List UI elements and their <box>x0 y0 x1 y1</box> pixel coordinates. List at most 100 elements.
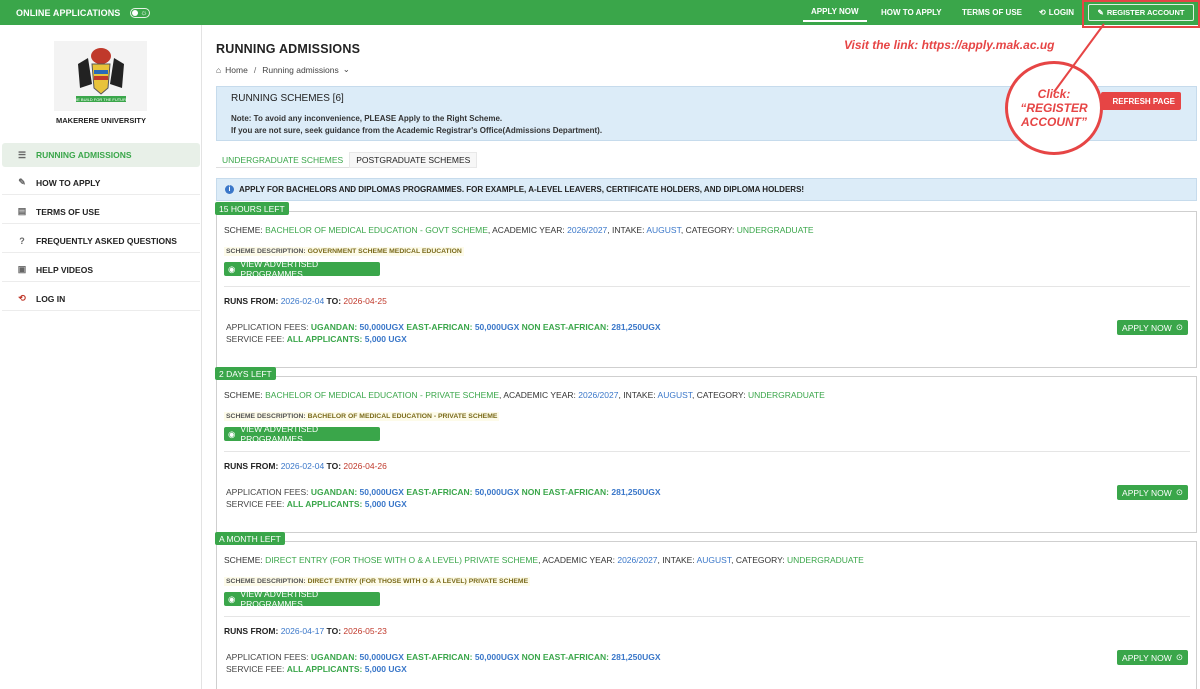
fee-ugandan: 50,000UGX <box>359 487 404 497</box>
runs-to-label: TO: <box>326 626 342 636</box>
nav-apply-now[interactable]: APPLY NOW <box>803 0 867 25</box>
info-banner-text: APPLY FOR BACHELORS AND DIPLOMAS PROGRAM… <box>239 185 805 194</box>
breadcrumb-current[interactable]: Running admissions <box>262 65 339 75</box>
refresh-page-button[interactable]: REFRESH PAGE <box>1101 92 1181 110</box>
runs-from-date: 2026-04-17 <box>280 626 325 636</box>
annotation-link-text: Visit the link: https://apply.mak.ac.ug <box>844 38 1055 52</box>
home-icon: ⌂ <box>216 64 222 75</box>
academic-year-value: 2026/2027 <box>567 225 608 235</box>
runs-from-label: RUNS FROM: <box>224 461 279 471</box>
eye-icon: ◉ <box>228 593 236 604</box>
scheme-card: 2 DAYS LEFT SCHEME: BACHELOR OF MEDICAL … <box>215 367 1197 533</box>
runs-to-label: TO: <box>326 461 342 471</box>
apply-now-button[interactable]: APPLY NOW ⊙ <box>1117 320 1188 335</box>
ugandan-label: UGANDAN: <box>310 652 358 662</box>
east-african-label: EAST-AFRICAN: <box>406 322 473 332</box>
fee-ugandan: 50,000UGX <box>359 652 404 662</box>
view-advertised-programmes-button[interactable]: ◉ VIEW ADVERTISED PROGRAMMES <box>224 424 380 444</box>
main-content: RUNNING ADMISSIONS ⌂ Home / Running admi… <box>202 25 1200 689</box>
scheme-description-value: BACHELOR OF MEDICAL EDUCATION - PRIVATE … <box>307 413 498 420</box>
service-fee-line: SERVICE FEE: ALL APPLICANTS: 5,000 UGX <box>226 663 661 675</box>
runs-from-date: 2026-02-04 <box>280 461 325 471</box>
fee-east-african: 50,000UGX <box>474 487 520 497</box>
tab-postgraduate-schemes[interactable]: POSTGRADUATE SCHEMES <box>349 152 478 168</box>
sidebar-item-terms-of-use[interactable]: ▤ TERMS OF USE <box>2 200 200 224</box>
toggle-knob <box>132 9 139 16</box>
eye-icon: ◉ <box>228 263 236 274</box>
nav-terms-of-use[interactable]: TERMS OF USE <box>962 0 1022 25</box>
scheme-note-line-2: If you are not sure, seek guidance from … <box>231 126 603 135</box>
fees-block: APPLICATION FEES: UGANDAN: 50,000UGX EAS… <box>226 486 661 510</box>
apply-now-button[interactable]: APPLY NOW ⊙ <box>1117 650 1188 665</box>
app-brand[interactable]: ONLINE APPLICATIONS <box>16 8 120 18</box>
sidebar-item-running-admissions[interactable]: ☰ RUNNING ADMISSIONS <box>2 143 200 167</box>
fee-non-east-african: 281,250UGX <box>611 322 661 332</box>
annotation-click-line-2: “REGISTER <box>1020 101 1088 115</box>
university-logo: WE BUILD FOR THE FUTURE <box>54 41 147 111</box>
scheme-line: SCHEME: BACHELOR OF MEDICAL EDUCATION - … <box>224 225 814 235</box>
intake-value: AUGUST <box>646 225 681 235</box>
sidebar-item-help-videos[interactable]: ▣ HELP VIDEOS <box>2 258 200 282</box>
sidebar-item-how-to-apply[interactable]: ✎ HOW TO APPLY <box>2 171 200 195</box>
scheme-label: SCHEME: <box>224 390 263 400</box>
service-fee-value: 5,000 UGX <box>364 334 407 344</box>
eye-icon: ◉ <box>228 428 236 439</box>
edit-icon: ✎ <box>1097 8 1104 17</box>
fee-east-african: 50,000UGX <box>474 652 520 662</box>
category-label: CATEGORY: <box>696 390 746 400</box>
arrow-right-circle-icon: ⊙ <box>1175 652 1183 662</box>
service-fee-line: SERVICE FEE: ALL APPLICANTS: 5,000 UGX <box>226 498 661 510</box>
view-programmes-label: VIEW ADVERTISED PROGRAMMES <box>240 424 319 444</box>
east-african-label: EAST-AFRICAN: <box>406 652 473 662</box>
apply-now-label: APPLY NOW <box>1122 487 1172 498</box>
intake-label: INTAKE: <box>662 555 695 565</box>
info-banner: i APPLY FOR BACHELORS AND DIPLOMAS PROGR… <box>216 178 1197 201</box>
ugandan-label: UGANDAN: <box>310 487 358 497</box>
breadcrumb-home[interactable]: Home <box>225 65 248 75</box>
application-fees-line: APPLICATION FEES: UGANDAN: 50,000UGX EAS… <box>226 651 661 663</box>
service-fee-label: SERVICE FEE: <box>226 664 285 674</box>
nav-how-to-apply-label: HOW TO APPLY <box>881 8 942 17</box>
coat-of-arms-icon: WE BUILD FOR THE FUTURE <box>73 48 128 102</box>
non-east-african-label: NON EAST-AFRICAN: <box>521 652 609 662</box>
fees-block: APPLICATION FEES: UGANDAN: 50,000UGX EAS… <box>226 651 661 675</box>
register-account-label: REGISTER ACCOUNT <box>1106 8 1185 17</box>
fee-non-east-african: 281,250UGX <box>611 487 661 497</box>
sidebar-item-faq[interactable]: ? FREQUENTLY ASKED QUESTIONS <box>2 229 200 253</box>
tab-undergraduate-schemes[interactable]: UNDERGRADUATE SCHEMES <box>216 152 350 168</box>
category-value: UNDERGRADUATE <box>747 390 825 400</box>
run-dates: RUNS FROM: 2026-04-17 TO: 2026-05-23 <box>224 626 387 636</box>
sidebar: WE BUILD FOR THE FUTURE MAKERERE UNIVERS… <box>0 25 202 689</box>
scheme-name[interactable]: DIRECT ENTRY (FOR THOSE WITH O & A LEVEL… <box>265 555 538 565</box>
academic-year-value: 2026/2027 <box>617 555 658 565</box>
sidebar-item-label: HELP VIDEOS <box>36 264 93 275</box>
scheme-description: SCHEME DESCRIPTION: BACHELOR OF MEDICAL … <box>224 412 500 421</box>
card-divider <box>224 451 1190 452</box>
all-applicants-label: ALL APPLICANTS: <box>286 334 363 344</box>
service-fee-label: SERVICE FEE: <box>226 334 285 344</box>
intake-label: INTAKE: <box>612 225 645 235</box>
sidebar-item-log-in[interactable]: ⟲ LOG IN <box>2 287 200 311</box>
sidebar-item-label: HOW TO APPLY <box>36 177 101 188</box>
scheme-note: Note: To avoid any inconvenience, PLEASE… <box>231 113 602 137</box>
register-account-button[interactable]: ✎ REGISTER ACCOUNT <box>1088 4 1194 21</box>
theme-toggle[interactable]: ☼ <box>130 7 151 18</box>
view-advertised-programmes-button[interactable]: ◉ VIEW ADVERTISED PROGRAMMES <box>224 259 380 279</box>
apply-now-label: APPLY NOW <box>1122 652 1172 663</box>
running-schemes-header: RUNNING SCHEMES [6] <box>231 93 344 104</box>
fees-block: APPLICATION FEES: UGANDAN: 50,000UGX EAS… <box>226 321 661 345</box>
intake-value: AUGUST <box>657 390 693 400</box>
scheme-name[interactable]: BACHELOR OF MEDICAL EDUCATION - PRIVATE … <box>265 390 499 400</box>
fee-east-african: 50,000UGX <box>474 322 520 332</box>
scheme-name[interactable]: BACHELOR OF MEDICAL EDUCATION - GOVT SCH… <box>265 225 488 235</box>
runs-to-date: 2026-04-25 <box>343 296 387 306</box>
category-value: UNDERGRADUATE <box>787 555 864 565</box>
scheme-label: SCHEME: <box>224 555 263 565</box>
sun-icon: ☼ <box>140 7 148 17</box>
chevron-down-icon[interactable]: ⌄ <box>343 64 350 75</box>
apply-now-button[interactable]: APPLY NOW ⊙ <box>1117 485 1188 500</box>
view-advertised-programmes-button[interactable]: ◉ VIEW ADVERTISED PROGRAMMES <box>224 589 380 609</box>
nav-how-to-apply[interactable]: HOW TO APPLY <box>881 0 942 25</box>
arrow-right-circle-icon: ⊙ <box>1175 322 1183 332</box>
category-label: CATEGORY: <box>735 555 785 565</box>
